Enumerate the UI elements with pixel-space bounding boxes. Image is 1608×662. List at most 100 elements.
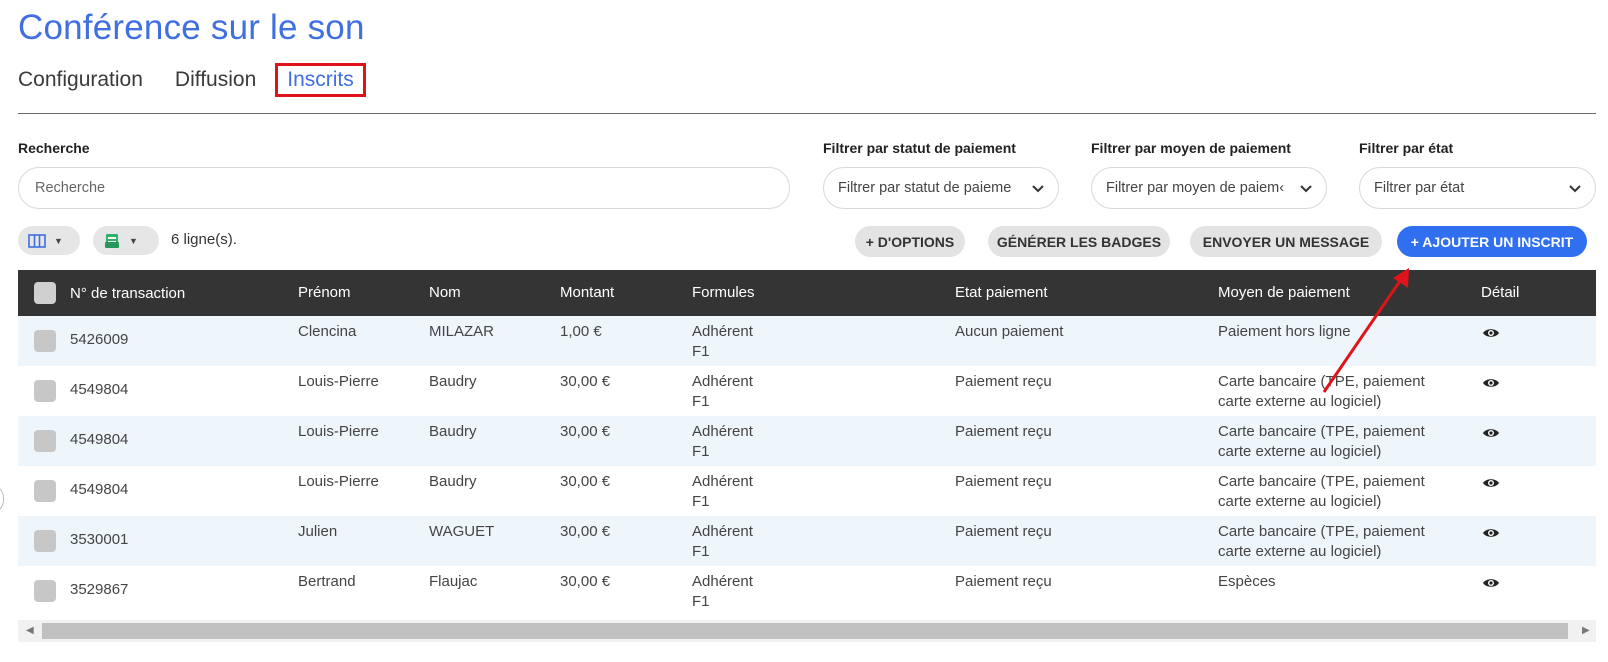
columns-toggle-button[interactable]: ▼ xyxy=(18,226,80,255)
row-checkbox[interactable] xyxy=(34,580,56,602)
payment-state-cell: Paiement reçu xyxy=(955,372,1052,392)
payment-method-cell: Espèces xyxy=(1218,572,1276,592)
payment-method-cell-line1: Paiement hors ligne xyxy=(1218,323,1351,340)
formula-cell: Adhérent F1 xyxy=(692,522,753,562)
formula-cell-line1: Adhérent xyxy=(692,323,753,340)
eye-icon[interactable] xyxy=(1482,424,1500,442)
tab-inscrits[interactable]: Inscrits xyxy=(275,63,366,97)
header-formulas[interactable]: Formules xyxy=(692,283,755,303)
amount-cell: 1,00 € xyxy=(560,323,602,340)
row-checkbox[interactable] xyxy=(34,430,56,452)
horizontal-scrollbar[interactable]: ◀ ▶ xyxy=(18,620,1596,642)
table-row[interactable]: 4549804 Louis-Pierre Baudry 30,00 € Adhérent… xyxy=(18,366,1596,416)
row-checkbox[interactable] xyxy=(34,380,56,402)
state-filter-label: Filtrer par état xyxy=(1359,140,1454,156)
chevron-down-icon xyxy=(1300,185,1312,193)
header-payment-method[interactable]: Moyen de paiement xyxy=(1218,283,1350,303)
formula-cell-line1: Adhérent xyxy=(692,523,753,540)
search-label: Recherche xyxy=(18,140,90,156)
state-select-value: Filtrer par état xyxy=(1374,180,1465,196)
header-detail: Détail xyxy=(1481,284,1520,301)
eye-icon[interactable] xyxy=(1482,474,1500,492)
amount-cell: 30,00 € xyxy=(560,473,611,490)
payment-status-select[interactable]: Filtrer par statut de paieme xyxy=(823,167,1059,209)
formula-cell-line2: F1 xyxy=(692,393,710,410)
table-row[interactable]: 5426009 Clencina MILAZAR 1,00 € Adhérent F1 Au… xyxy=(18,316,1596,366)
payment-method-cell: Carte bancaire (TPE, paiement carte exter… xyxy=(1218,472,1425,512)
first-name-cell: Clencina xyxy=(298,323,357,340)
payment-method-filter-label: Filtrer par moyen de paiement xyxy=(1091,140,1291,156)
payment-method-select-value: Filtrer par moyen de paiem‹ xyxy=(1106,180,1285,196)
table-row-inner: 4549804 Louis-Pierre Baudry 30,00 € Adhérent… xyxy=(18,372,1596,416)
amount-cell: 30,00 € xyxy=(560,573,611,590)
header-first-name[interactable]: Prénom xyxy=(298,283,351,303)
formula-cell: Adhérent F1 xyxy=(692,472,753,512)
header-transaction[interactable]: N° de transaction xyxy=(70,284,185,304)
formula-cell-line2: F1 xyxy=(692,443,710,460)
scroll-right-arrow-icon[interactable]: ▶ xyxy=(1582,625,1590,636)
generate-badges-button[interactable]: GÉNÉRER LES BADGES xyxy=(988,226,1170,257)
caret-down-icon: ▼ xyxy=(129,235,138,246)
payment-status-select-value: Filtrer par statut de paieme xyxy=(838,180,1012,196)
payment-state-cell-line1: Paiement reçu xyxy=(955,373,1052,390)
state-select[interactable]: Filtrer par état xyxy=(1359,167,1596,209)
eye-icon[interactable] xyxy=(1482,574,1500,592)
row-count: 6 ligne(s). xyxy=(171,231,237,248)
formula-cell-line1: Adhérent xyxy=(692,473,753,490)
table-body: 5426009 Clencina MILAZAR 1,00 € Adhérent F1 Au… xyxy=(18,316,1596,616)
table-row[interactable]: 4549804 Louis-Pierre Baudry 30,00 € Adhérent… xyxy=(18,416,1596,466)
page-title: Conférence sur le son xyxy=(18,8,365,47)
payment-method-cell-line2: carte externe au logiciel) xyxy=(1218,543,1382,560)
tab-bar: Configuration Diffusion Inscrits xyxy=(18,62,398,98)
payment-method-cell: Carte bancaire (TPE, paiement carte exter… xyxy=(1218,372,1425,412)
transaction-cell: 5426009 xyxy=(70,331,129,348)
table-row[interactable]: 3530001 Julien WAGUET 30,00 € Adhérent F1 Paie… xyxy=(18,516,1596,566)
eye-icon[interactable] xyxy=(1482,524,1500,542)
transaction-cell: 3529867 xyxy=(70,581,129,598)
transaction-cell: 3530001 xyxy=(70,531,129,548)
last-name-cell: WAGUET xyxy=(429,523,495,540)
last-name-cell: Baudry xyxy=(429,373,477,390)
search-input[interactable] xyxy=(18,167,790,209)
formula-cell-line2: F1 xyxy=(692,343,710,360)
formula-cell-line1: Adhérent xyxy=(692,573,753,590)
payment-method-cell: Carte bancaire (TPE, paiement carte exter… xyxy=(1218,422,1425,462)
table-row[interactable]: 4549804 Louis-Pierre Baudry 30,00 € Adhérent… xyxy=(18,466,1596,516)
scrollbar-thumb[interactable] xyxy=(42,623,1568,639)
columns-icon xyxy=(28,233,46,248)
header-last-name[interactable]: Nom xyxy=(429,283,461,303)
header-payment-state[interactable]: Etat paiement xyxy=(955,283,1048,303)
payment-state-cell: Aucun paiement xyxy=(955,322,1063,342)
formula-cell: Adhérent F1 xyxy=(692,572,753,612)
more-options-button[interactable]: + D'OPTIONS xyxy=(855,226,965,257)
row-checkbox[interactable] xyxy=(34,480,56,502)
formula-cell-line1: Adhérent xyxy=(692,423,753,440)
chevron-down-icon xyxy=(1569,185,1581,193)
last-name-cell: MILAZAR xyxy=(429,323,495,340)
row-checkbox[interactable] xyxy=(34,330,56,352)
row-checkbox[interactable] xyxy=(34,530,56,552)
last-name-cell: Flaujac xyxy=(429,573,478,590)
first-name-cell: Louis-Pierre xyxy=(298,373,379,390)
send-message-button[interactable]: ENVOYER UN MESSAGE xyxy=(1190,226,1382,257)
table-row[interactable]: 3529867 Bertrand Flaujac 30,00 € Adhérent F1 P… xyxy=(18,566,1596,616)
payment-method-cell-line1: Carte bancaire (TPE, paiement xyxy=(1218,473,1425,490)
first-name-cell: Louis-Pierre xyxy=(298,423,379,440)
payment-state-cell-line1: Aucun paiement xyxy=(955,323,1064,340)
eye-icon[interactable] xyxy=(1482,324,1500,342)
payment-method-select[interactable]: Filtrer par moyen de paiem‹ xyxy=(1091,167,1327,209)
header-amount[interactable]: Montant xyxy=(560,283,614,303)
formula-cell: Adhérent F1 xyxy=(692,422,753,462)
side-panel-handle[interactable] xyxy=(0,484,4,514)
formula-cell-line1: Adhérent xyxy=(692,373,753,390)
formula-cell-line2: F1 xyxy=(692,543,710,560)
export-button[interactable]: ▼ xyxy=(93,226,159,255)
select-all-checkbox[interactable] xyxy=(34,282,56,304)
tab-configuration[interactable]: Configuration xyxy=(18,66,143,94)
add-registrant-button[interactable]: + AJOUTER UN INSCRIT xyxy=(1397,226,1587,257)
eye-icon[interactable] xyxy=(1482,374,1500,392)
scroll-left-arrow-icon[interactable]: ◀ xyxy=(26,625,34,636)
payment-state-cell-line1: Paiement reçu xyxy=(955,473,1052,490)
tab-diffusion[interactable]: Diffusion xyxy=(175,66,256,94)
registrants-table: N° de transaction Prénom Nom Montant For… xyxy=(18,270,1596,616)
